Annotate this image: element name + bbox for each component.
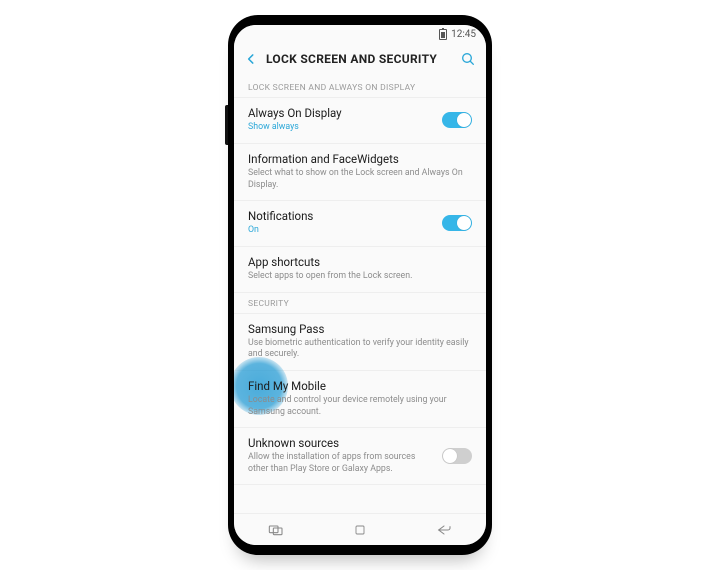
row-subtitle: Select apps to open from the Lock screen…	[248, 271, 472, 282]
row-information-facewidgets[interactable]: Information and FaceWidgets Select what …	[234, 144, 486, 201]
settings-list[interactable]: LOCK SCREEN AND ALWAYS ON DISPLAY Always…	[234, 77, 486, 513]
row-title: Find My Mobile	[248, 379, 472, 393]
back-nav-button[interactable]	[428, 520, 460, 540]
row-samsung-pass[interactable]: Samsung Pass Use biometric authenticatio…	[234, 314, 486, 371]
row-notifications[interactable]: Notifications On	[234, 201, 486, 247]
app-header: LOCK SCREEN AND SECURITY	[234, 43, 486, 77]
search-button[interactable]	[460, 51, 476, 67]
navigation-bar	[234, 513, 486, 545]
status-bar: 12:45	[234, 25, 486, 43]
status-time: 12:45	[451, 29, 476, 40]
row-title: Notifications	[248, 209, 434, 223]
home-button[interactable]	[344, 520, 376, 540]
row-subtitle: Allow the installation of apps from sour…	[248, 452, 434, 475]
row-subtitle: Locate and control your device remotely …	[248, 395, 472, 418]
row-subtitle: Show always	[248, 122, 434, 133]
row-title: Always On Display	[248, 106, 434, 120]
row-unknown-sources[interactable]: Unknown sources Allow the installation o…	[234, 428, 486, 485]
toggle-notifications[interactable]	[442, 215, 472, 231]
toggle-always-on-display[interactable]	[442, 112, 472, 128]
row-subtitle: Select what to show on the Lock screen a…	[248, 168, 472, 191]
recents-button[interactable]	[260, 520, 292, 540]
battery-icon	[439, 29, 447, 40]
row-subtitle: Use biometric authentication to verify y…	[248, 338, 472, 361]
section-label-lockscreen: LOCK SCREEN AND ALWAYS ON DISPLAY	[234, 77, 486, 98]
row-title: Samsung Pass	[248, 322, 472, 336]
row-subtitle: On	[248, 225, 434, 236]
page-title: LOCK SCREEN AND SECURITY	[266, 52, 452, 66]
row-always-on-display[interactable]: Always On Display Show always	[234, 98, 486, 144]
row-title: App shortcuts	[248, 255, 472, 269]
screen: 12:45 LOCK SCREEN AND SECURITY LOCK SCRE…	[234, 25, 486, 545]
row-title: Information and FaceWidgets	[248, 152, 472, 166]
row-title: Unknown sources	[248, 436, 434, 450]
back-button[interactable]	[244, 52, 258, 66]
phone-frame: 12:45 LOCK SCREEN AND SECURITY LOCK SCRE…	[228, 15, 492, 555]
row-find-my-mobile[interactable]: Find My Mobile Locate and control your d…	[234, 371, 486, 428]
row-app-shortcuts[interactable]: App shortcuts Select apps to open from t…	[234, 247, 486, 293]
toggle-unknown-sources[interactable]	[442, 448, 472, 464]
section-label-security: SECURITY	[234, 293, 486, 314]
